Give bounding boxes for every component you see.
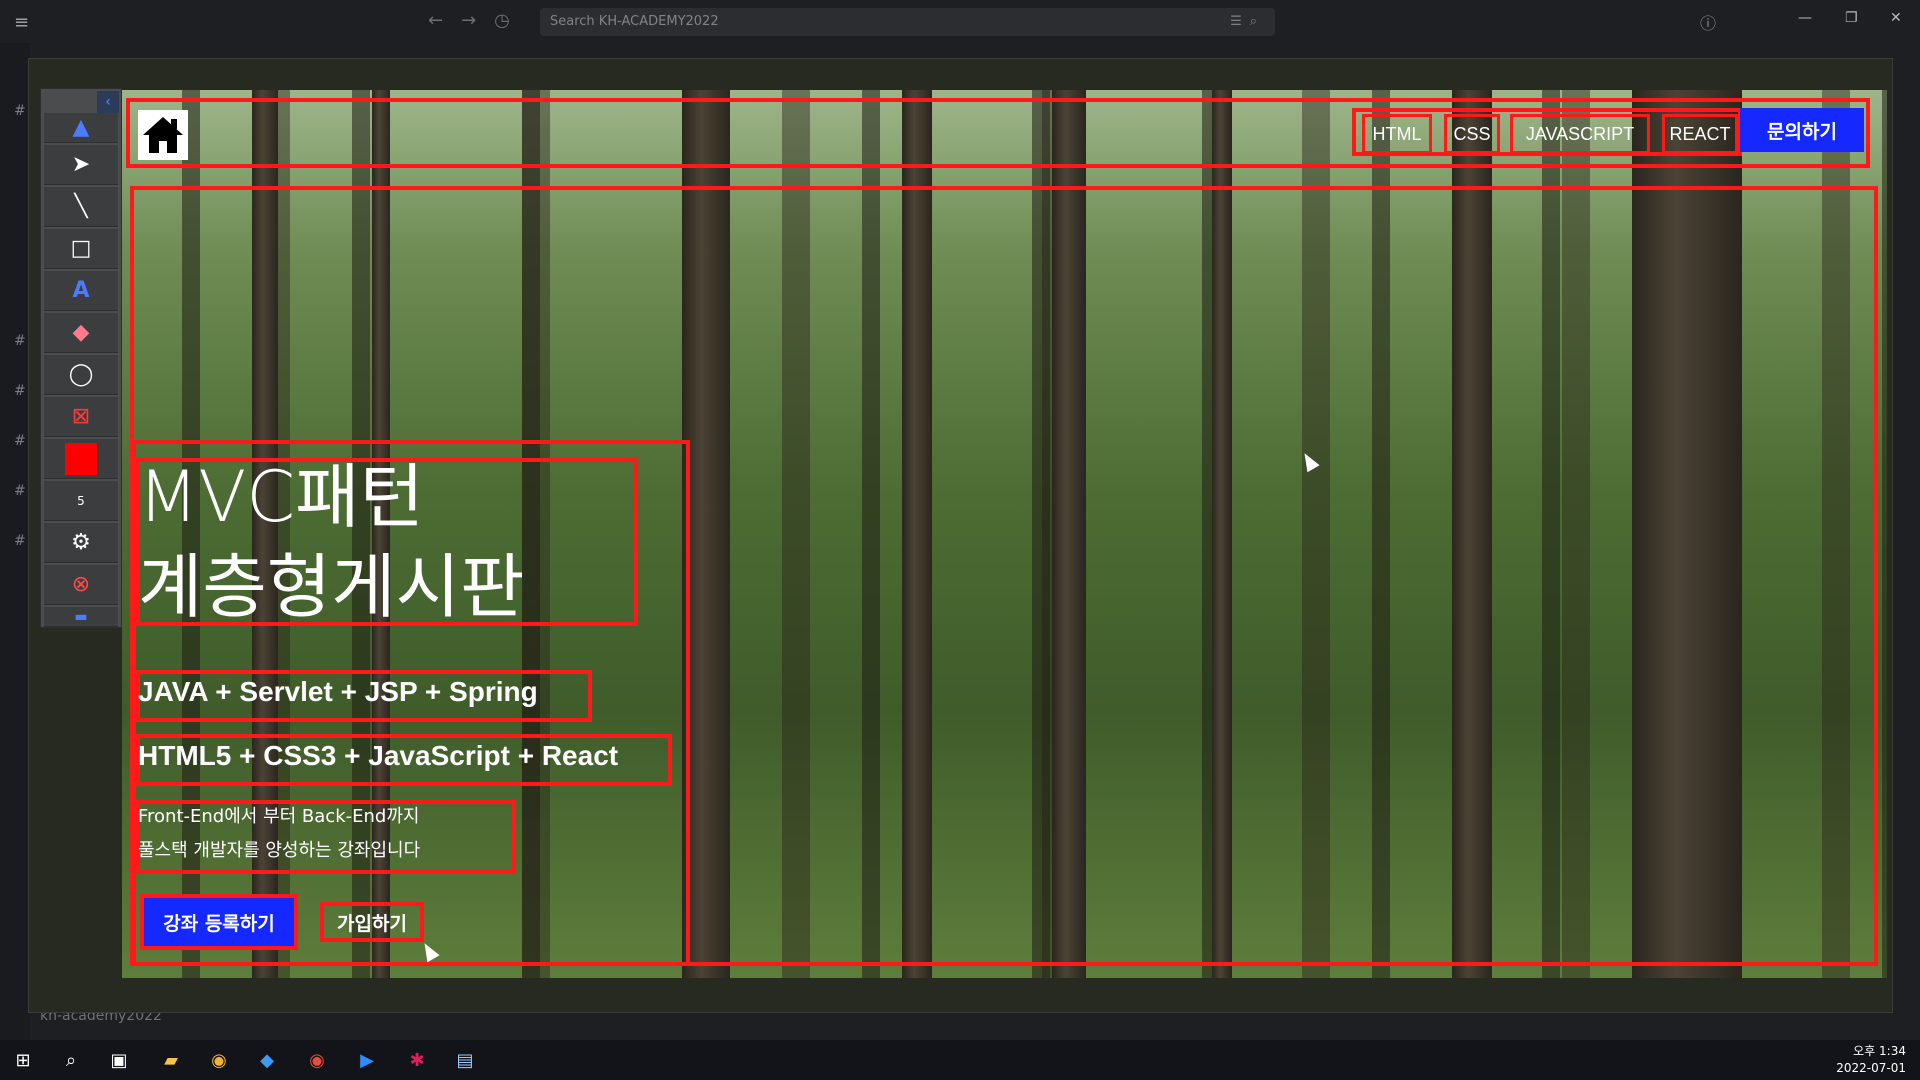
chat-icon[interactable]: ▬ — [44, 607, 118, 627]
frontend-stack: HTML5 + CSS3 + JavaScript + React — [138, 740, 619, 771]
nav-javascript[interactable]: JAVASCRIPT — [1510, 114, 1650, 154]
description-line2: 풀스택 개발자를 양성하는 강좌입니다 — [138, 840, 421, 861]
stroke-size-value: 5 — [77, 493, 85, 508]
text-tool-icon[interactable]: A — [44, 271, 118, 311]
zoom-icon[interactable]: ▶ — [352, 1046, 382, 1074]
nav-react[interactable]: REACT — [1662, 114, 1738, 154]
home-icon — [143, 117, 183, 153]
file-explorer-icon[interactable]: ▰ — [156, 1046, 186, 1074]
eraser-tool-icon[interactable]: ◆ — [44, 313, 118, 353]
collapse-toolbar-icon[interactable]: ‹ — [97, 91, 119, 113]
hero-title-line2: 계층형게시판 — [138, 546, 525, 628]
system-clock[interactable]: 오후 1:34 2022-07-01 — [1836, 1043, 1906, 1077]
pen-tool-icon[interactable]: ╲ — [44, 187, 118, 227]
channel-icon[interactable]: # — [14, 433, 26, 449]
hero-title: MVC패턴 계층형게시판 — [138, 452, 524, 632]
search-filter-icon[interactable]: ☰⌕ — [1230, 8, 1265, 36]
hero-title-line1: MVC패턴 — [138, 456, 424, 538]
inquiry-button[interactable]: 문의하기 — [1740, 108, 1864, 152]
history-nav[interactable]: ←→◷ — [428, 10, 528, 31]
task-view-icon[interactable]: ▣ — [104, 1046, 134, 1074]
chrome-icon[interactable]: ◉ — [204, 1046, 234, 1074]
close-window-button[interactable]: ✕ — [1890, 10, 1902, 26]
close-toolbar-icon[interactable]: ⊗ — [44, 565, 118, 605]
search-input[interactable]: Search KH-ACADEMY2022 ☰⌕ — [540, 8, 1275, 36]
restore-button[interactable]: ❐ — [1845, 10, 1858, 26]
channel-icon[interactable]: # — [14, 483, 26, 499]
rectangle-tool-icon[interactable]: □ — [44, 229, 118, 269]
slack-icon[interactable]: ✱ — [402, 1046, 432, 1074]
clear-tool-icon[interactable]: ⊠ — [44, 397, 118, 437]
home-logo[interactable] — [138, 110, 188, 160]
workspace-sidebar: # # # # # # — [0, 43, 30, 1043]
channel-icon[interactable]: # — [14, 103, 26, 119]
minimize-button[interactable]: — — [1798, 10, 1812, 26]
description-line1: Front-End에서 부터 Back-End까지 — [138, 806, 420, 827]
search-icon[interactable]: ⌕ — [56, 1046, 86, 1074]
channel-icon[interactable]: # — [14, 333, 26, 349]
register-course-button[interactable]: 강좌 등록하기 — [140, 894, 298, 950]
gear-icon[interactable]: ⚙ — [44, 523, 118, 563]
nav-css[interactable]: CSS — [1444, 114, 1500, 154]
lasso-tool-icon[interactable]: ◯ — [44, 355, 118, 395]
windows-start-icon[interactable]: ⊞ — [8, 1046, 38, 1074]
help-icon[interactable]: ⓘ — [1700, 10, 1716, 34]
backend-stack: JAVA + Servlet + JSP + Spring — [138, 676, 538, 707]
annotation-toolbar: ‹ ▲ ➤ ╲ □ A ◆ ◯ ⊠ 5 ⚙ ⊗ ▬ — [40, 88, 122, 628]
move-up-icon[interactable]: ▲ — [44, 113, 118, 143]
channel-icon[interactable]: # — [14, 533, 26, 549]
windows-taskbar: ⊞ ⌕ ▣ ▰ ◉ ◆ ◉ ▶ ✱ ▤ 오후 1:34 2022-07-01 — [0, 1040, 1920, 1080]
color-picker-button[interactable] — [44, 439, 118, 479]
menu-icon[interactable]: ≡ — [14, 12, 29, 33]
notepad-icon[interactable]: ▤ — [450, 1046, 480, 1074]
join-button[interactable]: 가입하기 — [320, 902, 424, 942]
color-swatch — [65, 442, 97, 475]
channel-icon[interactable]: # — [14, 383, 26, 399]
nav-html[interactable]: HTML — [1362, 114, 1432, 154]
clock-date: 2022-07-01 — [1836, 1061, 1906, 1075]
search-placeholder: Search KH-ACADEMY2022 — [550, 14, 719, 29]
vscode-icon[interactable]: ◆ — [252, 1046, 282, 1074]
course-description: Front-End에서 부터 Back-End까지 풀스택 개발자를 양성하는 … — [138, 800, 420, 868]
stroke-size-button[interactable]: 5 — [44, 481, 118, 521]
clock-time: 오후 1:34 — [1853, 1044, 1906, 1058]
pointer-tool-icon[interactable]: ➤ — [44, 145, 118, 185]
chrome-profile-icon[interactable]: ◉ — [302, 1046, 332, 1074]
app-title-bar: ≡ ←→◷ Search KH-ACADEMY2022 ☰⌕ ⓘ — ❐ ✕ — [0, 0, 1920, 43]
website-preview: HTML CSS JAVASCRIPT REACT 문의하기 MVC패턴 계층형… — [122, 90, 1887, 978]
